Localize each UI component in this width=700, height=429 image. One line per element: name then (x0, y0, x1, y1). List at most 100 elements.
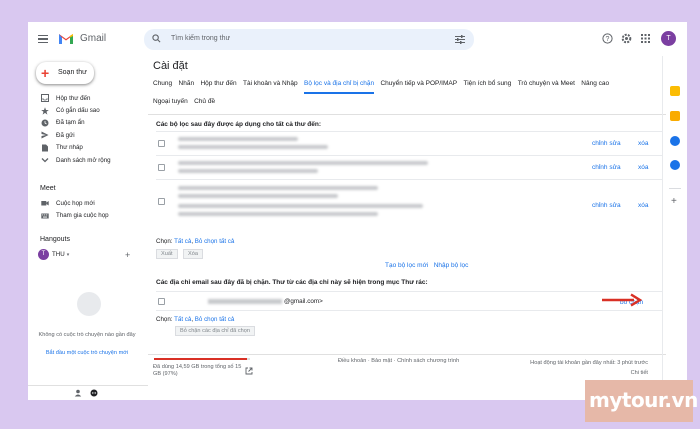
filter-checkbox[interactable] (158, 164, 165, 171)
tab-filters-blocked[interactable]: Bộ lọc và địa chỉ bị chặn (303, 80, 375, 94)
tasks-icon[interactable] (670, 136, 680, 146)
tab-labels[interactable]: Nhãn (179, 80, 195, 94)
select-none-link[interactable]: Bỏ chọn tất cả (195, 238, 235, 245)
contacts-icon[interactable] (670, 160, 680, 170)
draft-icon (42, 144, 48, 152)
chevron-down-icon (41, 158, 49, 163)
delete-filter-link[interactable]: xóa (638, 140, 648, 147)
start-chat-link[interactable]: Bắt đầu một cuộc trò chuyện mới (33, 350, 141, 356)
meet-join-meeting[interactable]: Tham gia cuộc họp (28, 209, 138, 221)
tab-forwarding[interactable]: Chuyển tiếp và POP/IMAP (380, 80, 457, 94)
chevron-down-icon: ▾ (66, 251, 70, 258)
filter-action-blurred (178, 204, 423, 208)
blocked-title: Các địa chỉ email sau đây đã bị chặn. Th… (156, 279, 428, 286)
sidebar-item-inbox[interactable]: Hộp thư đến (28, 92, 138, 104)
tab-accounts[interactable]: Tài khoản và Nhập (243, 80, 298, 94)
sidebar-item-more[interactable]: Danh sách mở rộng (28, 154, 138, 166)
open-external-icon[interactable] (245, 367, 253, 375)
send-icon (41, 131, 49, 139)
edit-filter-link[interactable]: chỉnh sửa (592, 164, 621, 171)
compose-button[interactable]: + Soạn thư (36, 62, 94, 84)
help-icon[interactable]: ? (602, 33, 613, 44)
tab-offline[interactable]: Ngoại tuyến (153, 98, 188, 110)
tab-general[interactable]: Chung (153, 80, 172, 94)
person-icon[interactable] (74, 389, 82, 397)
sidebar-item-label: Đã tạm ẩn (56, 119, 85, 127)
add-addon-icon[interactable]: + (671, 196, 677, 207)
tab-chat-meet[interactable]: Trò chuyện và Meet (518, 80, 575, 94)
sidebar-item-starred[interactable]: Có gắn dấu sao (28, 104, 138, 116)
add-chat-icon[interactable]: + (125, 250, 130, 260)
footer-links[interactable]: Điều khoản · Bảo mật · Chính sách chương… (338, 358, 459, 364)
watermark-text: mytour.vn (589, 388, 698, 412)
hangouts-avatar: T (38, 249, 49, 260)
search-icon[interactable] (152, 34, 161, 43)
filter-action-blurred (178, 145, 328, 149)
delete-filter-link[interactable]: xóa (638, 202, 648, 209)
filter-criteria-blurred (178, 161, 428, 165)
filter-row: chỉnh sửa xóa (156, 179, 662, 233)
details-link[interactable]: Chi tiết (530, 368, 648, 378)
tab-addons[interactable]: Tiện ích bổ sung (463, 80, 511, 94)
apps-icon[interactable] (640, 33, 651, 44)
meet-title: Meet (40, 185, 56, 192)
gear-icon[interactable] (621, 33, 632, 44)
tab-advanced[interactable]: Nâng cao (581, 80, 609, 94)
top-bar: Gmail Tìm kiếm trong thư ? T (28, 22, 687, 56)
sidebar-bottom-bar (28, 385, 148, 400)
calendar-icon[interactable] (670, 86, 680, 96)
blocked-checkbox[interactable] (158, 298, 165, 305)
chat-icon[interactable] (90, 389, 98, 397)
menu-icon[interactable] (38, 35, 48, 43)
clock-icon (41, 119, 49, 127)
search-bar[interactable]: Tìm kiếm trong thư (144, 29, 474, 50)
hangouts-user[interactable]: T THU ▾ (38, 249, 69, 260)
search-input[interactable]: Tìm kiếm trong thư (171, 35, 230, 42)
gmail-logo-icon[interactable] (58, 32, 74, 45)
red-arrow-annotation (602, 293, 642, 307)
account-avatar[interactable]: T (661, 31, 676, 46)
filter-select-line: Chọn: Tất cả, Bỏ chọn tất cả (156, 238, 235, 245)
import-filter-link[interactable]: Nhập bộ lọc (434, 262, 469, 269)
sidebar-item-sent[interactable]: Đã gửi (28, 129, 138, 141)
meet-item-label: Tham gia cuộc họp (56, 212, 109, 220)
sidebar-item-snoozed[interactable]: Đã tạm ẩn (28, 117, 138, 129)
export-button[interactable]: Xuất (156, 249, 178, 259)
search-options-icon[interactable] (455, 35, 465, 44)
keep-icon[interactable] (670, 111, 680, 121)
filters-title: Các bộ lọc sau đây được áp dụng cho tất … (156, 121, 322, 128)
sidebar-item-label: Thư nháp (56, 144, 83, 152)
compose-plus-icon: + (41, 65, 50, 81)
edit-filter-link[interactable]: chỉnh sửa (592, 140, 621, 147)
hangouts-user-name: THU (52, 251, 65, 258)
meet-new-meeting[interactable]: Cuộc họp mới (28, 197, 138, 209)
select-all-link[interactable]: Tất cả (174, 238, 191, 245)
create-filter-link[interactable]: Tạo bộ lọc mới (385, 262, 428, 269)
gmail-window: Gmail Tìm kiếm trong thư ? T + Soạn thư … (28, 22, 687, 400)
select-label: Chọn: (156, 316, 173, 323)
sidebar-item-label: Đã gửi (56, 131, 75, 139)
filter-action-blurred (178, 169, 318, 173)
tab-themes[interactable]: Chủ đề (194, 98, 215, 110)
side-panel-rail: + (662, 56, 687, 400)
select-label: Chọn: (156, 238, 173, 245)
page-title: Cài đặt (153, 60, 188, 72)
blocked-email-suffix: @gmail.com> (284, 298, 323, 305)
sidebar-item-label: Danh sách mở rộng (56, 156, 111, 164)
filter-checkbox[interactable] (158, 140, 165, 147)
tab-inbox[interactable]: Hộp thư đến (200, 80, 236, 94)
delete-filters-button[interactable]: Xóa (183, 249, 203, 259)
filter-checkbox[interactable] (158, 198, 165, 205)
select-none-link[interactable]: Bỏ chọn tất cả (195, 316, 235, 323)
blocked-email-blurred (208, 298, 282, 304)
hangouts-title: Hangouts (40, 236, 70, 243)
filter-row: chỉnh sửa xóa (156, 155, 662, 179)
unblock-selected-button[interactable]: Bỏ chặn các địa chỉ đã chọn (175, 326, 255, 336)
edit-filter-link[interactable]: chỉnh sửa (592, 202, 621, 209)
tab-divider (148, 114, 666, 115)
star-icon (41, 106, 49, 115)
delete-filter-link[interactable]: xóa (638, 164, 648, 171)
filter-criteria-blurred (178, 137, 298, 141)
sidebar-item-drafts[interactable]: Thư nháp (28, 142, 138, 154)
select-all-link[interactable]: Tất cả (174, 316, 191, 323)
